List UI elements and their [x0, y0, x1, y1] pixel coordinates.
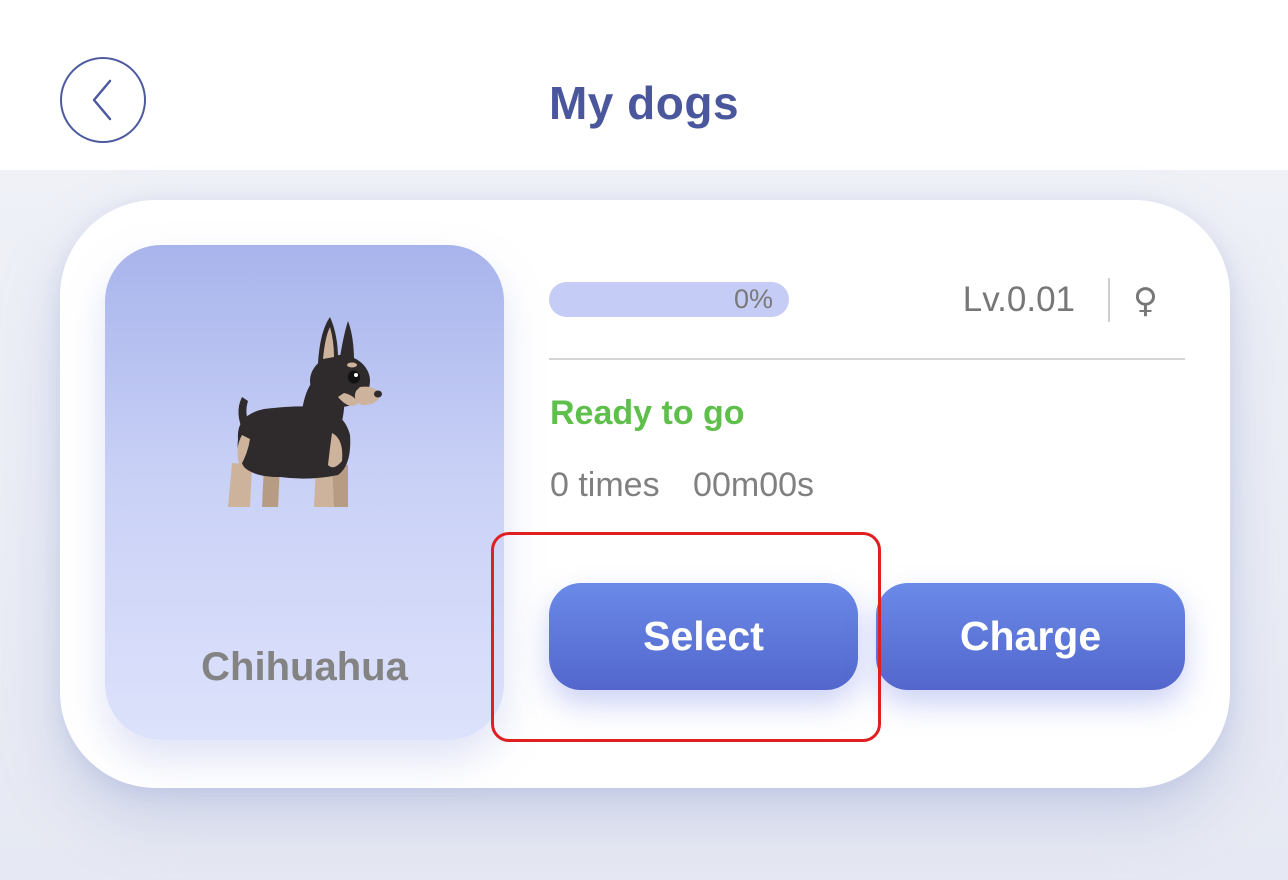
times-count: 0 times [550, 466, 660, 504]
chihuahua-image [228, 317, 382, 507]
page-title: My dogs [548, 77, 740, 129]
breed-name: Chihuahua [201, 645, 408, 689]
status-text: Ready to go [550, 394, 745, 432]
header-bar: My dogs [0, 0, 1288, 170]
select-button[interactable]: Select [549, 583, 858, 690]
divider [1108, 278, 1110, 322]
female-icon: ♀ [1133, 281, 1158, 321]
progress-bar: 0% [549, 282, 789, 317]
progress-label: 0% [733, 284, 773, 314]
activity-stats: 0 times 00m00s [550, 466, 814, 505]
level-label: Lv.0.01 [962, 280, 1075, 319]
duration: 00m00s [693, 466, 815, 504]
dog-image-panel[interactable]: Chihuahua [105, 245, 504, 740]
charge-button[interactable]: Charge [876, 583, 1185, 690]
divider [549, 358, 1185, 360]
